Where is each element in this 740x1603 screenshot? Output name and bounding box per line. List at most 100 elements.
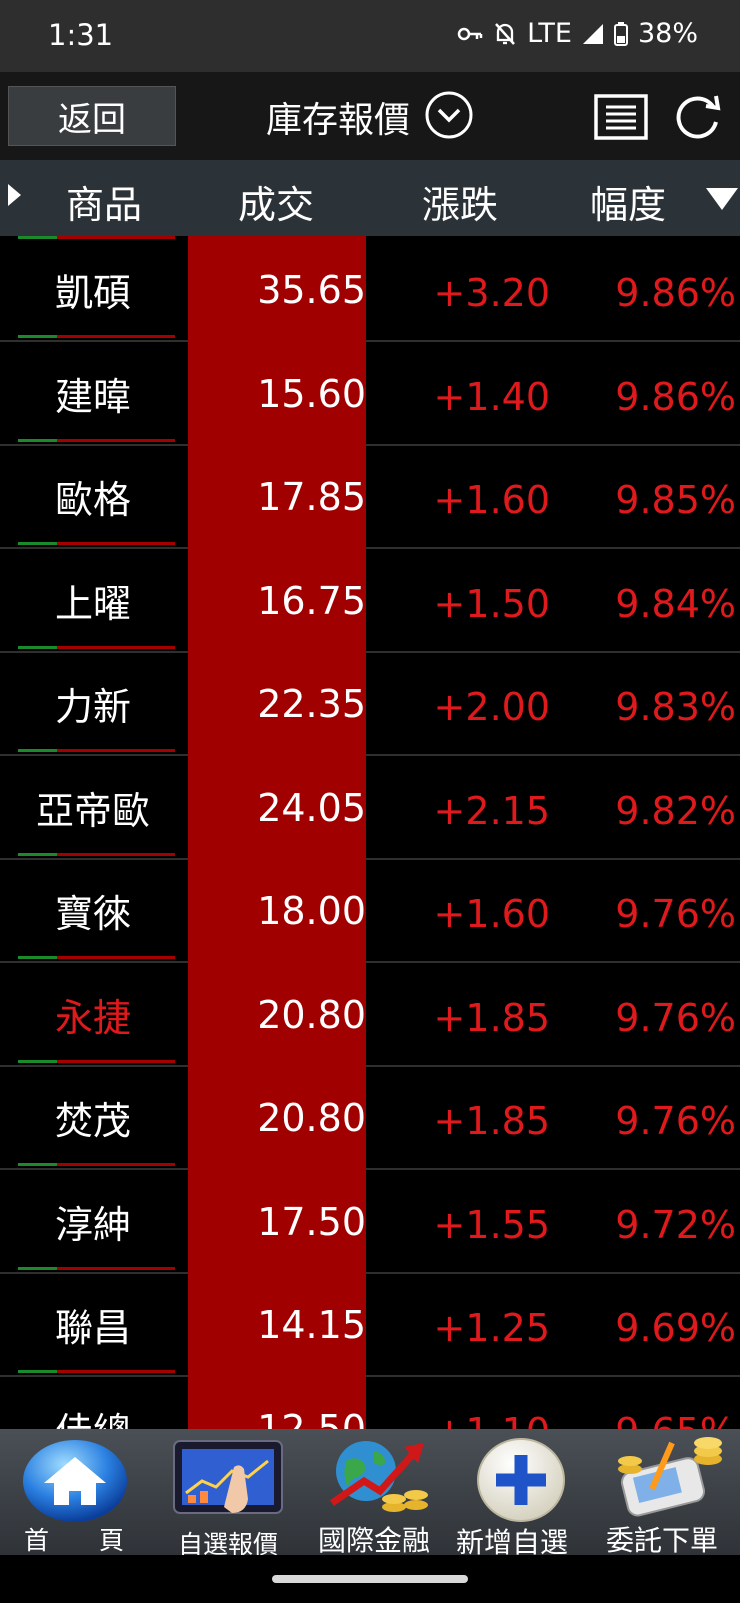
stock-name: 聯昌 [54,1306,131,1350]
stock-name: 上曜 [54,581,131,626]
price-value: 12.50 [257,1406,366,1430]
pct-value: 9.69% [615,1306,736,1350]
change-value: +1.60 [433,892,550,936]
stock-name: 焚茂 [54,1099,131,1143]
change-value: +1.85 [433,995,550,1040]
price-cell: 12.50 [188,1374,366,1430]
quote-list[interactable]: 凱碩 35.65 +3.20 9.86% 建暐 15.60 +1.40 9.86% 歐格 17.8… [0,236,740,1429]
top-bar: 返回 庫存報價 [0,72,740,160]
expand-left-icon[interactable] [8,184,21,206]
table-row[interactable]: 永捷 20.80 +1.85 9.76% [0,960,740,1067]
price-cell: 17.50 [188,1167,366,1274]
change-value: +2.15 [433,788,550,833]
row-indicator [18,1370,175,1373]
nav-home-label: 首 頁 [24,1526,125,1555]
plus-icon [476,1437,566,1527]
row-indicator [18,335,175,338]
col-change[interactable]: 漲跌 [422,174,498,229]
table-row[interactable]: 淳紳 17.50 +1.55 9.72% [0,1167,740,1274]
stock-name: 佳總 [0,1378,186,1430]
stock-name: 凱碩 [54,271,131,315]
title-dropdown[interactable]: 庫存報價 [266,90,474,144]
nav-home[interactable]: 首 頁 [0,1429,150,1555]
chevron-down-icon [424,90,474,144]
price-value: 14.15 [257,1303,366,1347]
table-row[interactable]: 力新 22.35 +2.00 9.83% [0,650,740,756]
col-pct[interactable]: 幅度 [590,174,666,229]
nav-add-watchlist[interactable]: 新增自選 [452,1429,592,1559]
list-menu-icon[interactable] [594,94,648,144]
price-value: 24.05 [257,785,366,830]
pct-value: 9.83% [615,685,736,729]
price-value: 17.85 [257,475,366,519]
change-value: +1.50 [433,581,550,626]
table-row[interactable]: 歐格 17.85 +1.60 9.85% [0,443,740,549]
table-row[interactable]: 佳總 12.50 +1.10 9.65% [0,1374,740,1430]
back-button[interactable]: 返回 [8,86,176,146]
price-cell: 24.05 [188,753,366,860]
row-indicator [18,852,175,856]
price-cell: 17.85 [188,443,366,549]
pct-value: 9.72% [615,1202,736,1247]
nav-intl-finance[interactable]: 國際金融 [312,1429,442,1557]
bell-muted-icon [493,21,517,47]
column-header: 商品 成交 漲跌 幅度 [0,160,740,236]
table-row[interactable]: 寶徠 18.00 +1.60 9.76% [0,857,740,963]
nav-intl-finance-label: 國際金融 [318,1524,431,1557]
col-price[interactable]: 成交 [238,174,314,229]
price-value: 20.80 [257,992,366,1037]
row-indicator [18,645,175,649]
price-cell: 16.75 [188,546,366,653]
col-name[interactable]: 商品 [66,174,142,229]
nav-watchlist-quotes[interactable]: 自選報價 [168,1429,288,1559]
table-row[interactable]: 焚茂 20.80 +1.85 9.76% [0,1064,740,1170]
table-row[interactable]: 凱碩 35.65 +3.20 9.86% [0,236,740,342]
change-value: +1.85 [433,1099,550,1143]
row-indicator [18,1059,175,1063]
page-title: 庫存報價 [266,100,411,141]
change-value: +1.55 [433,1202,550,1247]
price-cell: 15.60 [188,339,366,446]
nav-place-order[interactable]: 委託下單 [600,1429,740,1557]
change-value: +1.40 [433,374,550,419]
change-value: +1.25 [433,1306,550,1350]
row-indicator [18,1163,175,1166]
pct-value: 9.76% [615,995,736,1040]
price-value: 35.65 [257,268,366,312]
row-indicator [18,542,175,545]
battery-percent: 38% [637,18,698,49]
row-indicator [18,438,175,442]
table-row[interactable]: 亞帝歐 24.05 +2.15 9.82% [0,753,740,860]
globe-chart-icon [324,1433,434,1523]
signal-icon [582,23,604,45]
change-value: +3.20 [433,271,550,315]
pct-value: 9.76% [615,1099,736,1143]
stock-name: 亞帝歐 [35,788,150,833]
price-cell: 18.00 [188,857,366,963]
price-cell: 20.80 [188,1064,366,1170]
battery-icon [613,21,628,46]
price-cell: 14.15 [188,1271,366,1377]
pct-value: 9.76% [615,892,736,936]
refresh-icon[interactable] [672,94,724,144]
pct-value: 9.86% [615,271,736,315]
bottom-nav: 首 頁 自選報價 國際金融 新增自選 委託下單 [0,1429,740,1559]
sort-desc-icon[interactable] [706,188,738,210]
pct-value: 9.84% [615,581,736,626]
row-indicator [18,956,175,959]
table-row[interactable]: 聯昌 14.15 +1.25 9.69% [0,1271,740,1377]
status-icons: LTE 38% [457,18,698,49]
home-gesture-handle[interactable] [272,1575,468,1583]
pct-value: 9.65% [615,1410,736,1430]
price-value: 16.75 [257,578,366,623]
price-cell: 22.35 [188,650,366,756]
status-bar: 1:31 LTE 38% [0,0,740,72]
price-value: 18.00 [257,889,366,933]
table-row[interactable]: 建暐 15.60 +1.40 9.86% [0,339,740,446]
table-row[interactable]: 上曜 16.75 +1.50 9.84% [0,546,740,653]
row-indicator [18,749,175,752]
network-type: LTE [527,18,572,49]
stock-name: 歐格 [54,478,131,522]
change-value: +2.00 [433,685,550,729]
stock-name: 寶徠 [54,892,131,936]
